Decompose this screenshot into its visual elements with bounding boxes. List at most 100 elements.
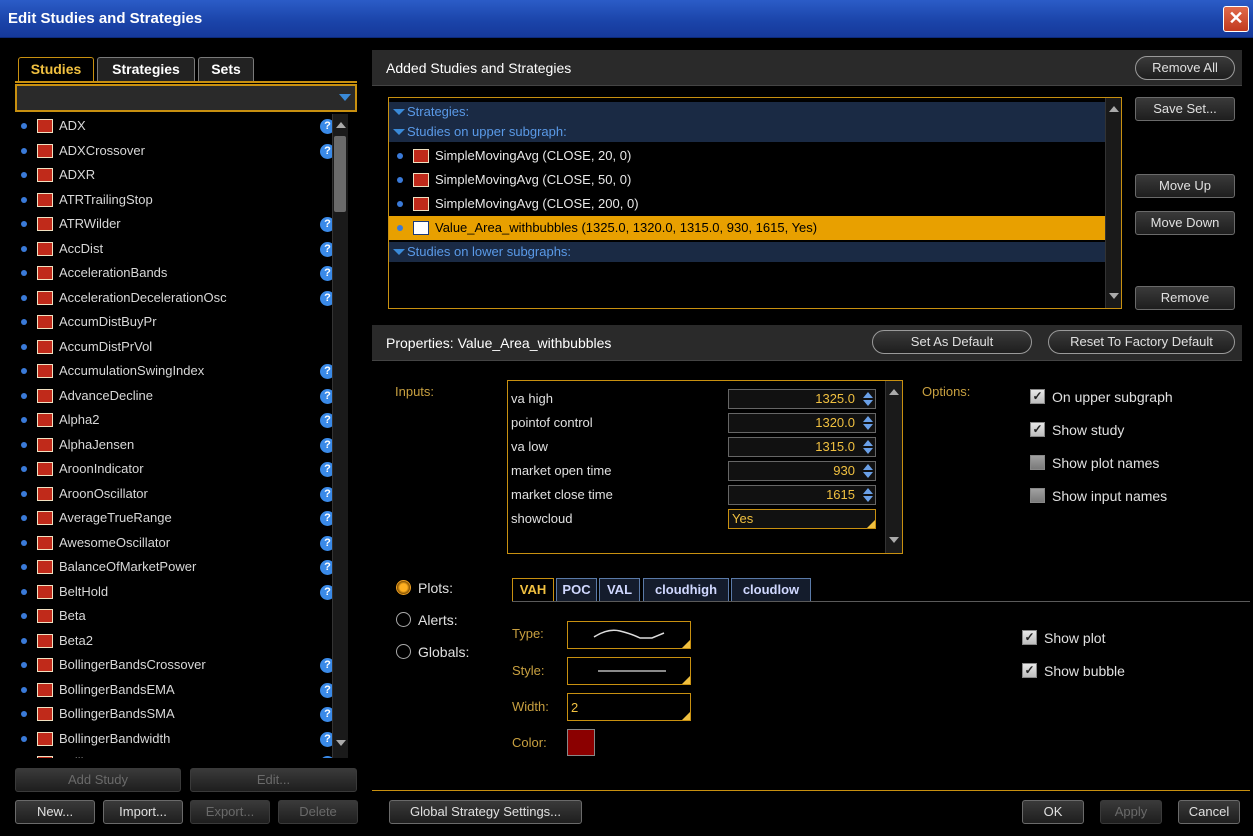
remove-button[interactable]: Remove xyxy=(1135,286,1235,310)
added-item-selected[interactable]: Value_Area_withbubbles (1325.0, 1320.0, … xyxy=(389,216,1105,240)
input-row: va low 1315.0 xyxy=(508,435,884,459)
set-as-default-button[interactable]: Set As Default xyxy=(872,330,1032,354)
group-label: Strategies: xyxy=(407,104,470,119)
add-study-button[interactable]: Add Study xyxy=(15,768,181,792)
scroll-thumb[interactable] xyxy=(334,136,346,212)
import-button[interactable]: Import... xyxy=(103,800,183,824)
input-select[interactable]: Yes xyxy=(728,509,876,529)
study-list-item[interactable]: AlphaJensen? xyxy=(15,433,337,457)
study-list-item[interactable]: AverageTrueRange? xyxy=(15,506,337,530)
edit-study-button[interactable]: Edit... xyxy=(190,768,357,792)
study-list-item[interactable]: ADXCrossover? xyxy=(15,139,337,163)
added-item[interactable]: SimpleMovingAvg (CLOSE, 20, 0) xyxy=(389,144,1105,168)
group-strategies[interactable]: Strategies: xyxy=(389,102,1105,122)
study-list-item[interactable]: AroonIndicator? xyxy=(15,457,337,481)
global-strategy-settings-button[interactable]: Global Strategy Settings... xyxy=(389,800,582,824)
spinner-arrows-icon[interactable] xyxy=(862,416,874,430)
study-list-item[interactable]: AccumulationSwingIndex? xyxy=(15,359,337,383)
study-name: AdvanceDecline xyxy=(59,387,153,403)
added-item[interactable]: SimpleMovingAvg (CLOSE, 200, 0) xyxy=(389,192,1105,216)
plot-color-swatch[interactable] xyxy=(567,729,595,756)
study-icon xyxy=(37,609,53,623)
tab-studies[interactable]: Studies xyxy=(18,57,94,81)
remove-all-button[interactable]: Remove All xyxy=(1135,56,1235,80)
added-list-scrollbar[interactable] xyxy=(1105,98,1121,308)
title-bar: Edit Studies and Strategies ✕ xyxy=(0,0,1253,38)
study-list-item[interactable]: BollingerPercentB? xyxy=(15,751,337,758)
save-set-button[interactable]: Save Set... xyxy=(1135,97,1235,121)
study-icon xyxy=(413,197,429,211)
study-list-item[interactable]: BollingerBandsSMA? xyxy=(15,702,337,726)
plot-width-select[interactable]: 2 xyxy=(567,693,691,721)
scroll-down-icon[interactable] xyxy=(1109,293,1119,299)
input-spinner-field[interactable]: 1615 xyxy=(728,485,876,505)
inputs-table: showcloud Yes market close time 1615 market … xyxy=(507,380,903,554)
ok-button[interactable]: OK xyxy=(1022,800,1084,824)
tab-strategies[interactable]: Strategies xyxy=(97,57,195,81)
input-spinner-field[interactable]: 1320.0 xyxy=(728,413,876,433)
inputs-scrollbar[interactable] xyxy=(885,381,902,553)
study-list-item[interactable]: ATRTrailingStop xyxy=(15,188,337,212)
tab-sets[interactable]: Sets xyxy=(198,57,254,81)
reset-factory-default-button[interactable]: Reset To Factory Default xyxy=(1048,330,1235,354)
study-name: AwesomeOscillator xyxy=(59,534,171,550)
input-spinner-field[interactable]: 930 xyxy=(728,461,876,481)
study-list-scrollbar[interactable] xyxy=(332,114,348,758)
study-list-item[interactable]: ATRWilder? xyxy=(15,212,337,236)
added-item[interactable]: SimpleMovingAvg (CLOSE, 50, 0) xyxy=(389,168,1105,192)
bullet-icon xyxy=(397,225,403,231)
plot-tab-vah[interactable]: VAH xyxy=(512,578,554,602)
plot-tab-cloudhigh[interactable]: cloudhigh xyxy=(643,578,729,602)
spinner-arrows-icon[interactable] xyxy=(862,440,874,454)
study-list-item[interactable]: AccDist? xyxy=(15,237,337,261)
group-lower-subgraphs[interactable]: Studies on lower subgraphs: xyxy=(389,242,1105,262)
study-list-item[interactable]: BollingerBandsCrossover? xyxy=(15,653,337,677)
scroll-up-icon[interactable] xyxy=(336,122,346,128)
group-upper-subgraph[interactable]: Studies on upper subgraph: xyxy=(389,122,1105,142)
plot-tab-poc[interactable]: POC xyxy=(556,578,597,602)
study-list-item[interactable]: BeltHold? xyxy=(15,580,337,604)
plot-style-select[interactable] xyxy=(567,657,691,685)
apply-button[interactable]: Apply xyxy=(1100,800,1162,824)
study-list-item[interactable]: BollingerBandsEMA? xyxy=(15,678,337,702)
move-down-button[interactable]: Move Down xyxy=(1135,211,1235,235)
scroll-up-icon[interactable] xyxy=(1109,106,1119,112)
study-list-item[interactable]: AccumDistPrVol xyxy=(15,335,337,359)
study-list-item[interactable]: AccelerationBands? xyxy=(15,261,337,285)
check-icon: ✓ xyxy=(1022,663,1037,678)
study-list-item[interactable]: BollingerBandwidth? xyxy=(15,727,337,751)
bullet-icon xyxy=(21,319,27,325)
study-list-item[interactable]: Beta2 xyxy=(15,629,337,653)
dropdown-arrow-icon[interactable] xyxy=(339,94,351,101)
study-list-item[interactable]: ADX? xyxy=(15,114,337,138)
spinner-arrows-icon[interactable] xyxy=(862,464,874,478)
spinner-arrows-icon[interactable] xyxy=(862,488,874,502)
study-list-item[interactable]: BalanceOfMarketPower? xyxy=(15,555,337,579)
new-button[interactable]: New... xyxy=(15,800,95,824)
close-button[interactable]: ✕ xyxy=(1223,6,1249,32)
study-list-item[interactable]: Beta xyxy=(15,604,337,628)
plot-tab-cloudlow[interactable]: cloudlow xyxy=(731,578,811,602)
input-spinner-field[interactable]: 1325.0 xyxy=(728,389,876,409)
checkbox-label: Show plot names xyxy=(1052,455,1160,471)
plot-type-select[interactable] xyxy=(567,621,691,649)
cancel-button[interactable]: Cancel xyxy=(1178,800,1240,824)
study-list-item[interactable]: AccelerationDecelerationOsc? xyxy=(15,286,337,310)
study-list-item[interactable]: AroonOscillator? xyxy=(15,482,337,506)
move-up-button[interactable]: Move Up xyxy=(1135,174,1235,198)
study-list-item[interactable]: AwesomeOscillator? xyxy=(15,531,337,555)
study-list-item[interactable]: Alpha2? xyxy=(15,408,337,432)
study-list-item[interactable]: AdvanceDecline? xyxy=(15,384,337,408)
spinner-arrows-icon[interactable] xyxy=(862,392,874,406)
scroll-down-icon[interactable] xyxy=(889,537,899,543)
scroll-down-icon[interactable] xyxy=(336,740,346,746)
study-list-item[interactable]: ADXR xyxy=(15,163,337,187)
export-button[interactable]: Export... xyxy=(190,800,270,824)
plot-tab-val[interactable]: VAL xyxy=(599,578,640,602)
scroll-up-icon[interactable] xyxy=(889,389,899,395)
input-spinner-field[interactable]: 1315.0 xyxy=(728,437,876,457)
study-list-item[interactable]: AccumDistBuyPr xyxy=(15,310,337,334)
input-row: showcloud Yes xyxy=(508,507,884,531)
study-search-input[interactable] xyxy=(15,84,357,112)
delete-button[interactable]: Delete xyxy=(278,800,358,824)
